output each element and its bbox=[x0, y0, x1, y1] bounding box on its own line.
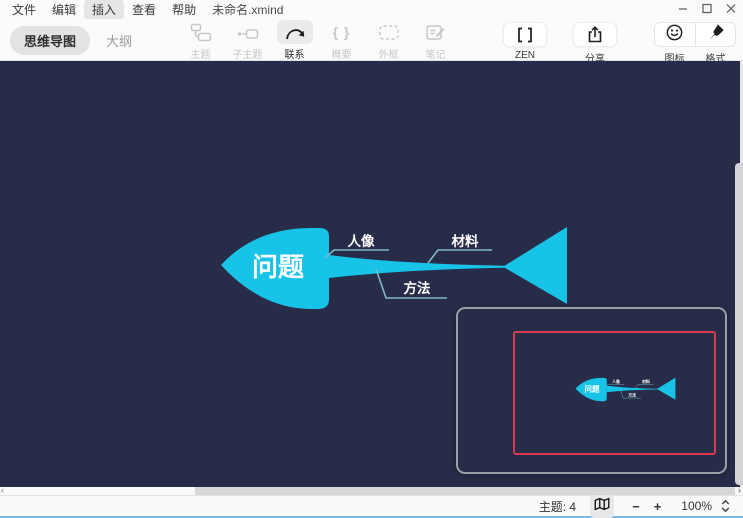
topic-button[interactable]: 主题 bbox=[177, 20, 224, 61]
tab-mindmap[interactable]: 思维导图 bbox=[10, 26, 90, 55]
zoom-out-button[interactable]: − bbox=[628, 499, 644, 514]
zen-button[interactable]: ZEN bbox=[503, 22, 547, 61]
zoom-level[interactable]: 100% bbox=[681, 499, 712, 513]
share-icon bbox=[573, 22, 617, 47]
topic-icon bbox=[183, 20, 219, 44]
map-icon bbox=[593, 496, 611, 517]
maximize-icon[interactable] bbox=[701, 1, 713, 15]
titlebar: 文件 编辑 插入 查看 帮助 未命名.xmind bbox=[0, 0, 743, 19]
close-icon[interactable] bbox=[725, 1, 737, 15]
note-icon bbox=[418, 20, 454, 44]
zoom-in-button[interactable]: + bbox=[650, 499, 666, 514]
app-window: 文件 编辑 插入 查看 帮助 未命名.xmind 思维导图 大纲 主题 子主题 bbox=[0, 0, 743, 518]
relationship-button[interactable]: 联系 bbox=[271, 20, 318, 61]
menu-insert[interactable]: 插入 bbox=[84, 0, 124, 19]
tab-outline[interactable]: 大纲 bbox=[106, 31, 132, 50]
topic-count: 主题: 4 bbox=[539, 498, 576, 515]
note-button[interactable]: 笔记 bbox=[412, 20, 459, 61]
horizontal-scrollbar[interactable]: ‹ › bbox=[0, 487, 743, 495]
boundary-button[interactable]: 外框 bbox=[365, 20, 412, 61]
zen-mode-icon bbox=[503, 22, 547, 47]
subtopic-icon bbox=[230, 20, 266, 44]
view-toggle: 思维导图 大纲 bbox=[10, 26, 132, 55]
format-pin-icon bbox=[705, 22, 726, 47]
zoom-spinner-icon[interactable] bbox=[720, 498, 731, 514]
boundary-icon bbox=[371, 20, 407, 44]
horizontal-scrollbar-thumb[interactable] bbox=[195, 487, 735, 495]
menu-edit[interactable]: 编辑 bbox=[44, 0, 84, 19]
document-title: 未命名.xmind bbox=[212, 1, 283, 18]
scroll-left-icon[interactable]: ‹ bbox=[1, 485, 4, 495]
smiley-icon bbox=[664, 22, 685, 47]
relationship-icon bbox=[277, 20, 313, 44]
scroll-right-icon[interactable]: › bbox=[738, 485, 741, 495]
marker-panel-button[interactable] bbox=[655, 23, 695, 46]
panel-toggles: 图标 格式 bbox=[654, 22, 736, 65]
mindmap-canvas[interactable]: 问题 人像 材料 方法 bbox=[0, 61, 743, 487]
insert-tools: 主题 子主题 联系 { } 概要 外框 笔记 bbox=[177, 20, 459, 61]
minimize-icon[interactable] bbox=[677, 1, 689, 15]
menu-view[interactable]: 查看 bbox=[124, 0, 164, 19]
menu-help[interactable]: 帮助 bbox=[164, 0, 204, 19]
summary-button[interactable]: { } 概要 bbox=[318, 20, 365, 61]
subtopic-button[interactable]: 子主题 bbox=[224, 20, 271, 61]
minimap-panel[interactable] bbox=[456, 307, 727, 474]
window-controls bbox=[677, 1, 737, 15]
vertical-scrollbar-thumb[interactable] bbox=[735, 163, 743, 485]
statusbar: 主题: 4 − + 100% bbox=[0, 495, 743, 516]
toolbar: 思维导图 大纲 主题 子主题 联系 { } 概要 外框 bbox=[0, 19, 743, 61]
format-panel-button[interactable] bbox=[695, 23, 736, 46]
menu-file[interactable]: 文件 bbox=[4, 0, 44, 19]
minimap-fishbone-thumbnail bbox=[575, 377, 676, 403]
summary-braces-icon: { } bbox=[324, 20, 360, 44]
minimap-toggle-button[interactable] bbox=[590, 495, 614, 518]
share-button[interactable]: 分享 bbox=[573, 22, 617, 65]
fishbone-diagram[interactable] bbox=[219, 225, 569, 315]
